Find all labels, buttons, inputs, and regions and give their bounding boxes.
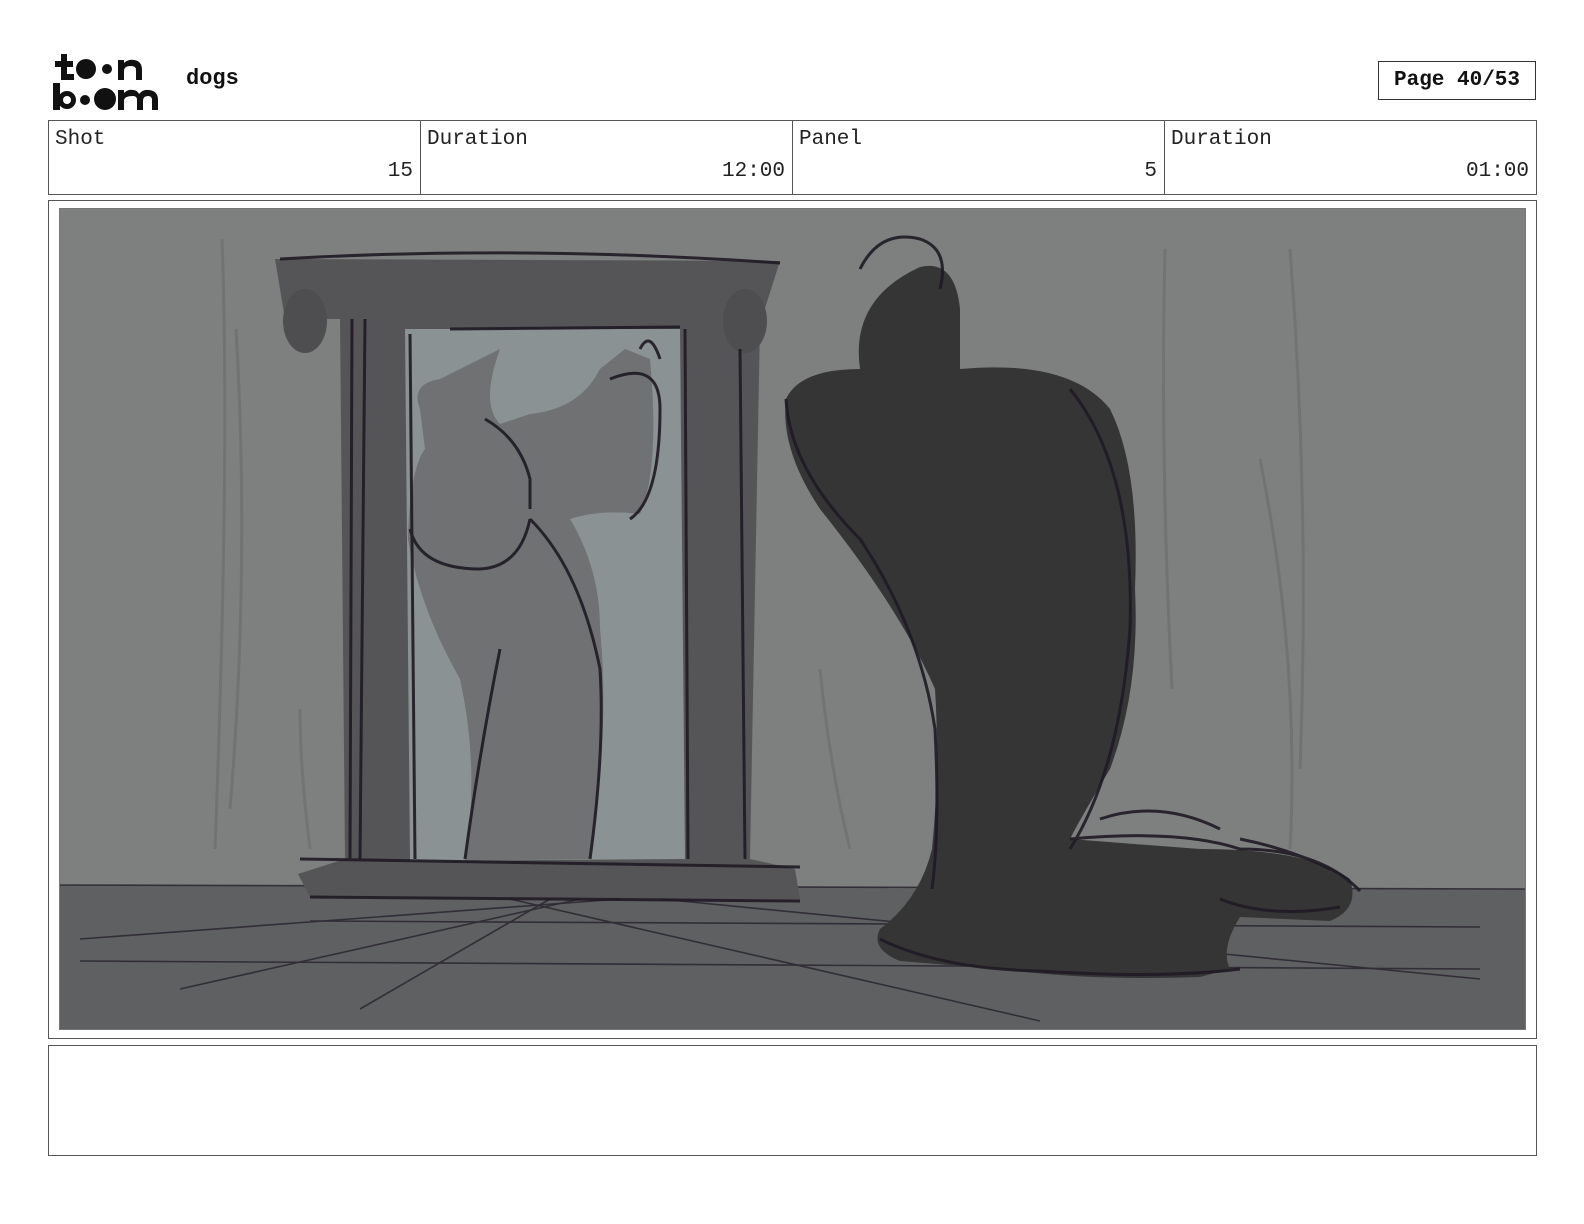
- sketch-drawing: [60, 209, 1525, 1029]
- panel-duration-cell: Duration 01:00: [1164, 121, 1536, 194]
- project-title: dogs: [186, 66, 239, 91]
- shot-cell: Shot 15: [49, 121, 420, 194]
- wall: [60, 209, 1525, 889]
- shot-label: Shot: [55, 128, 106, 151]
- toonboom-logo-icon: [52, 52, 164, 112]
- shot-duration-value: 12:00: [721, 160, 785, 183]
- storyboard-panel: [48, 200, 1537, 1039]
- panel-duration-label: Duration: [1171, 128, 1272, 151]
- panel-notes-box: [48, 1045, 1537, 1156]
- shot-duration-label: Duration: [427, 128, 528, 151]
- shot-duration-cell: Duration 12:00: [420, 121, 792, 194]
- panel-cell: Panel 5: [792, 121, 1164, 194]
- mirror-frame: [275, 251, 801, 903]
- shot-info-bar: Shot 15 Duration 12:00 Panel 5 Duration …: [48, 120, 1537, 195]
- panel-label: Panel: [799, 128, 863, 151]
- panel-value: 5: [1144, 160, 1157, 183]
- storyboard-sketch-image: [59, 208, 1526, 1030]
- panel-duration-value: 01:00: [1465, 160, 1529, 183]
- shot-value: 15: [387, 160, 413, 183]
- page-indicator: Page 40/53: [1378, 61, 1536, 100]
